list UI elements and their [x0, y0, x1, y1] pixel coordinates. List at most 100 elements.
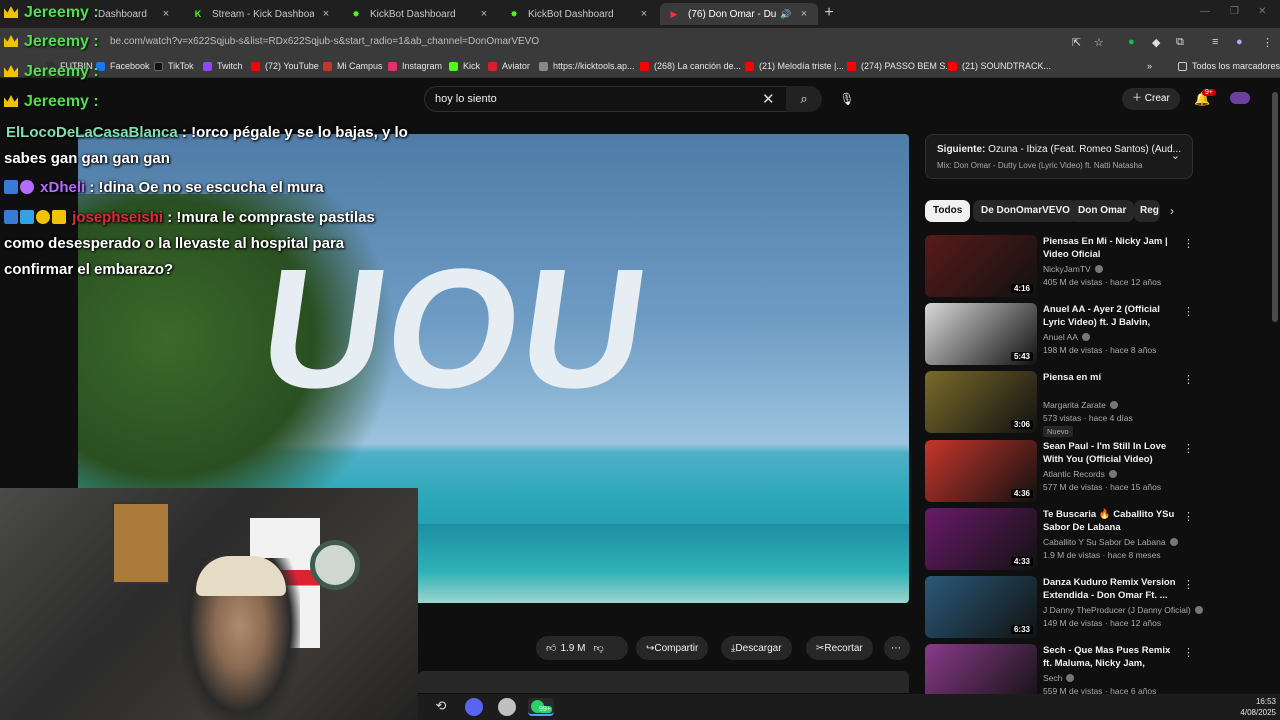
download-button[interactable]: ⤓ Descargar [721, 636, 792, 660]
thumbs-down-icon[interactable]: 👎︎ [593, 642, 603, 654]
all-bookmarks-button[interactable]: Todos los marcadores [1178, 61, 1280, 71]
video-thumbnail[interactable]: 6:33 [925, 576, 1037, 638]
tab-close-icon[interactable]: × [798, 8, 810, 20]
bookmark-kicktools[interactable]: https://kicktools.ap... [539, 61, 635, 71]
tab-kickbot-dashboard-2[interactable]: ✸ KickBot Dashboard × [500, 3, 658, 25]
video-thumbnail[interactable] [925, 644, 1037, 694]
video-thumbnail[interactable]: 4:16 [925, 235, 1037, 297]
channel-name[interactable]: J Danny TheProducer (J Danny Oficial) [1043, 605, 1203, 615]
bookmark-instagram[interactable]: Instagram [388, 61, 442, 71]
browser-menu-icon[interactable]: ⋮ [1262, 36, 1273, 49]
app-icon[interactable] [498, 698, 516, 716]
bookmark-star-icon[interactable]: ☆ [1094, 36, 1104, 49]
whatsapp-icon[interactable]: 99+ [528, 698, 554, 716]
account-avatar[interactable] [1230, 92, 1250, 104]
video-title[interactable]: Sech - Que Mas Pues Remix ft. Maluma, Ni… [1043, 644, 1177, 670]
create-button[interactable]: ＋ Crear [1122, 88, 1180, 110]
profile-icon[interactable]: ● [1236, 36, 1243, 48]
share-button[interactable]: ↪ Compartir [636, 636, 709, 660]
like-dislike-group[interactable]: 👍︎ 1.9 M 👎︎ [536, 636, 628, 660]
video-thumbnail[interactable]: 4:36 [925, 440, 1037, 502]
extension-green-icon[interactable]: ● [1128, 36, 1135, 48]
search-button[interactable]: ⌕ [786, 86, 822, 112]
more-options-icon[interactable]: ⋮ [1183, 442, 1194, 455]
chip-todos[interactable]: Todos [925, 200, 971, 222]
back-icon[interactable]: ⟲ [432, 698, 450, 716]
install-app-icon[interactable]: ⇱ [1072, 36, 1081, 49]
bookmark-aviator[interactable]: Aviator [488, 61, 530, 71]
more-options-icon[interactable]: ⋮ [1183, 510, 1194, 523]
extension-icon[interactable]: ◆ [1152, 36, 1160, 49]
clear-search-icon[interactable]: ✕ [762, 90, 775, 108]
chip-reg[interactable]: Reg [1134, 200, 1160, 222]
chip-donomarvevo[interactable]: De DonOmarVEVO [973, 200, 1078, 222]
system-clock[interactable]: 16:53 4/08/2025 [1236, 696, 1276, 718]
bookmark-melodia[interactable]: (21) Melodía triste |... [745, 61, 844, 71]
new-tab-button[interactable]: + [820, 5, 838, 23]
video-title[interactable]: Sean Paul - I'm Still In Love With You (… [1043, 440, 1177, 466]
recommendation-item[interactable]: 5:43 Anuel AA - Ayer 2 (Official Lyric Vi… [925, 303, 1194, 365]
more-options-icon[interactable]: ⋮ [1183, 578, 1194, 591]
chevron-right-icon[interactable]: › [1170, 204, 1174, 218]
bookmark-facebook[interactable]: Facebook [96, 61, 150, 71]
recommendation-item[interactable]: 3:06 Piensa en mí Margarita Zarate 573 vist… [925, 371, 1194, 437]
voice-search-button[interactable]: 🎙 [836, 88, 858, 110]
bookmark-cancion[interactable]: (268) La canción de... [640, 61, 741, 71]
video-thumbnail[interactable]: 5:43 [925, 303, 1037, 365]
more-options-icon[interactable]: ⋮ [1183, 237, 1194, 250]
bookmark-passo[interactable]: (274) PASSO BEM S... [847, 61, 953, 71]
bookmark-twitch[interactable]: Twitch [203, 61, 243, 71]
recommendation-item[interactable]: 4:16 Piensas En Mi - Nicky Jam | Video Of… [925, 235, 1194, 297]
recommendation-item[interactable]: 6:33 Danza Kuduro Remix Version Extendida… [925, 576, 1203, 638]
more-options-icon[interactable]: ⋮ [1183, 646, 1193, 659]
tab-kickbot-dashboard[interactable]: ✸ KickBot Dashboard × [342, 3, 498, 25]
chip-don-omar[interactable]: Don Omar [1070, 200, 1135, 222]
thumbs-up-icon[interactable]: 👍︎ [546, 642, 556, 654]
description-box[interactable] [418, 671, 909, 693]
video-title[interactable]: Te Buscaria 🔥 Caballito YSu Sabor De Lab… [1043, 508, 1177, 534]
url-field[interactable]: be.com/watch?v=x622Sqjub-s&list=RDx622Sq… [110, 36, 539, 47]
bookmark-mi-campus[interactable]: Mi Campus [323, 61, 383, 71]
tab-stream-kick-dashboard[interactable]: K Stream - Kick Dashboard × [184, 3, 340, 25]
video-title[interactable]: Anuel AA - Ayer 2 (Official Lyric Video)… [1043, 303, 1177, 329]
audio-playing-icon[interactable]: 🔊 [780, 8, 792, 20]
channel-name[interactable]: NickyJamTV [1043, 264, 1103, 274]
video-title[interactable]: Piensa en mí [1043, 371, 1177, 384]
recommendation-item[interactable]: 4:36 Sean Paul - I'm Still In Love With Y… [925, 440, 1194, 502]
chevron-down-icon[interactable]: ⌄ [1171, 149, 1180, 162]
more-options-icon[interactable]: ⋮ [1183, 373, 1194, 386]
maximize-icon[interactable]: ❐ [1230, 6, 1239, 17]
bookmark-tiktok[interactable]: TikTok [154, 61, 194, 71]
tab-close-icon[interactable]: × [638, 8, 650, 20]
close-window-icon[interactable]: ✕ [1258, 6, 1266, 17]
more-options-icon[interactable]: ⋮ [1183, 305, 1194, 318]
bookmark-soundtrack[interactable]: (21) SOUNDTRACK... [948, 61, 1051, 71]
bookmark-kick[interactable]: Kick [449, 61, 480, 71]
channel-name[interactable]: Atlantic Records [1043, 469, 1117, 479]
discord-icon[interactable] [465, 698, 483, 716]
search-input[interactable]: hoy lo siento [424, 86, 788, 112]
tab-close-icon[interactable]: × [160, 8, 172, 20]
channel-name[interactable]: Margarita Zarate [1043, 400, 1118, 410]
video-thumbnail[interactable]: 4:33 [925, 508, 1037, 570]
video-thumbnail[interactable]: 3:06 [925, 371, 1037, 433]
tab-close-icon[interactable]: × [320, 8, 332, 20]
channel-name[interactable]: Caballito Y Su Sabor De Labana [1043, 537, 1178, 547]
up-next-panel[interactable]: Siguiente: Ozuna - Ibiza (Feat. Romeo Sa… [925, 134, 1193, 179]
recommendation-item[interactable]: Sech - Que Mas Pues Remix ft. Maluma, Ni… [925, 644, 1193, 694]
bookmark-youtube[interactable]: (72) YouTube [251, 61, 319, 71]
minimize-icon[interactable]: — [1200, 6, 1210, 17]
video-title[interactable]: Danza Kuduro Remix Version Extendida - D… [1043, 576, 1177, 602]
tab-youtube-active[interactable]: ▶ (76) Don Omar - Dutty Love 🔊 × [660, 3, 818, 25]
clip-button[interactable]: ✂ Recortar [806, 636, 873, 660]
extensions-puzzle-icon[interactable]: ⧉ [1176, 36, 1184, 49]
bookmarks-overflow-button[interactable]: » [1147, 61, 1152, 71]
video-title[interactable]: Piensas En Mi - Nicky Jam | Video Oficia… [1043, 235, 1177, 261]
recommendation-item[interactable]: 4:33 Te Buscaria 🔥 Caballito YSu Sabor De… [925, 508, 1194, 570]
tab-dashboard[interactable]: Dashboard × [90, 3, 180, 25]
channel-name[interactable]: Sech [1043, 673, 1075, 683]
more-actions-button[interactable]: ⋯ [884, 636, 910, 660]
channel-name[interactable]: Anuel AA [1043, 332, 1090, 342]
tab-close-icon[interactable]: × [478, 8, 490, 20]
media-control-icon[interactable]: ≡ [1212, 36, 1218, 48]
